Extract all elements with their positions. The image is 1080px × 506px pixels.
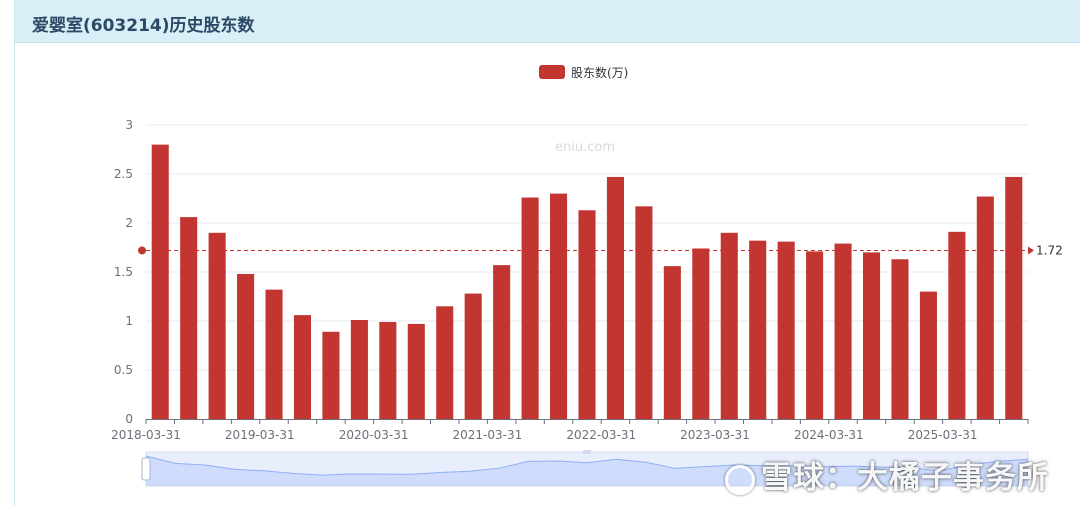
source-label: eniu.com bbox=[555, 140, 615, 155]
y-tick-label: 2 bbox=[125, 216, 133, 230]
x-tick-label: 2021-03-31 bbox=[453, 428, 523, 442]
bar[interactable] bbox=[976, 196, 994, 419]
y-tick-label: 0 bbox=[125, 412, 133, 426]
bar[interactable] bbox=[322, 331, 340, 419]
bar[interactable] bbox=[777, 241, 795, 419]
bar[interactable] bbox=[407, 323, 425, 419]
x-tick-label: 2023-03-31 bbox=[680, 428, 750, 442]
bar[interactable] bbox=[151, 144, 169, 419]
bar[interactable] bbox=[578, 210, 596, 419]
slider-drag-handle[interactable] bbox=[583, 450, 591, 454]
x-tick-label: 2019-03-31 bbox=[225, 428, 295, 442]
x-tick-label: 2024-03-31 bbox=[794, 428, 864, 442]
bar[interactable] bbox=[720, 232, 738, 419]
bar[interactable] bbox=[436, 306, 454, 419]
bar[interactable] bbox=[862, 252, 881, 419]
average-line-start-marker bbox=[138, 246, 146, 255]
y-tick-label: 0.5 bbox=[114, 363, 133, 377]
bar[interactable] bbox=[663, 266, 681, 419]
bar[interactable] bbox=[919, 291, 937, 419]
bar[interactable] bbox=[350, 320, 368, 419]
y-tick-label: 1.5 bbox=[114, 265, 133, 279]
legend-swatch[interactable] bbox=[539, 65, 565, 79]
bar[interactable] bbox=[521, 197, 539, 419]
bar[interactable] bbox=[379, 321, 397, 419]
bar[interactable] bbox=[749, 240, 767, 419]
bar[interactable] bbox=[237, 273, 255, 419]
bar[interactable] bbox=[1005, 176, 1023, 419]
x-tick-label: 2020-03-31 bbox=[339, 428, 409, 442]
bar[interactable] bbox=[806, 251, 824, 419]
watermark: 雪球：大橘子事务所 bbox=[725, 452, 1049, 497]
snowball-logo-icon bbox=[725, 464, 755, 495]
watermark-text: 雪球：大橘子事务所 bbox=[761, 460, 1049, 496]
bar[interactable] bbox=[293, 315, 312, 419]
x-tick-label: 2025-03-31 bbox=[908, 428, 978, 442]
bar[interactable] bbox=[948, 231, 966, 419]
average-line-label: 1.72 bbox=[1036, 243, 1063, 257]
bar[interactable] bbox=[834, 243, 852, 419]
bar[interactable] bbox=[180, 217, 198, 419]
bar[interactable] bbox=[493, 265, 511, 419]
y-tick-label: 1 bbox=[125, 314, 133, 328]
x-tick-label: 2022-03-31 bbox=[566, 428, 636, 442]
bar[interactable] bbox=[635, 206, 653, 419]
y-tick-label: 3 bbox=[125, 118, 133, 132]
bar[interactable] bbox=[692, 248, 710, 419]
bar[interactable] bbox=[265, 289, 283, 419]
bar[interactable] bbox=[464, 293, 482, 419]
y-tick-label: 2.5 bbox=[114, 167, 133, 181]
x-tick-label: 2018-03-31 bbox=[111, 428, 181, 442]
bar[interactable] bbox=[208, 232, 226, 419]
average-line-arrow bbox=[1028, 246, 1034, 255]
bar[interactable] bbox=[606, 176, 624, 419]
bar-chart: 0 0.5 1 1.5 2 2.5 3 2018-03-31 2019-03-31 2020-03… bbox=[111, 65, 1063, 487]
slider-left-handle[interactable] bbox=[141, 457, 151, 481]
bar[interactable] bbox=[550, 193, 568, 419]
bar[interactable] bbox=[891, 259, 909, 419]
legend-label: 股东数(万) bbox=[571, 65, 628, 80]
